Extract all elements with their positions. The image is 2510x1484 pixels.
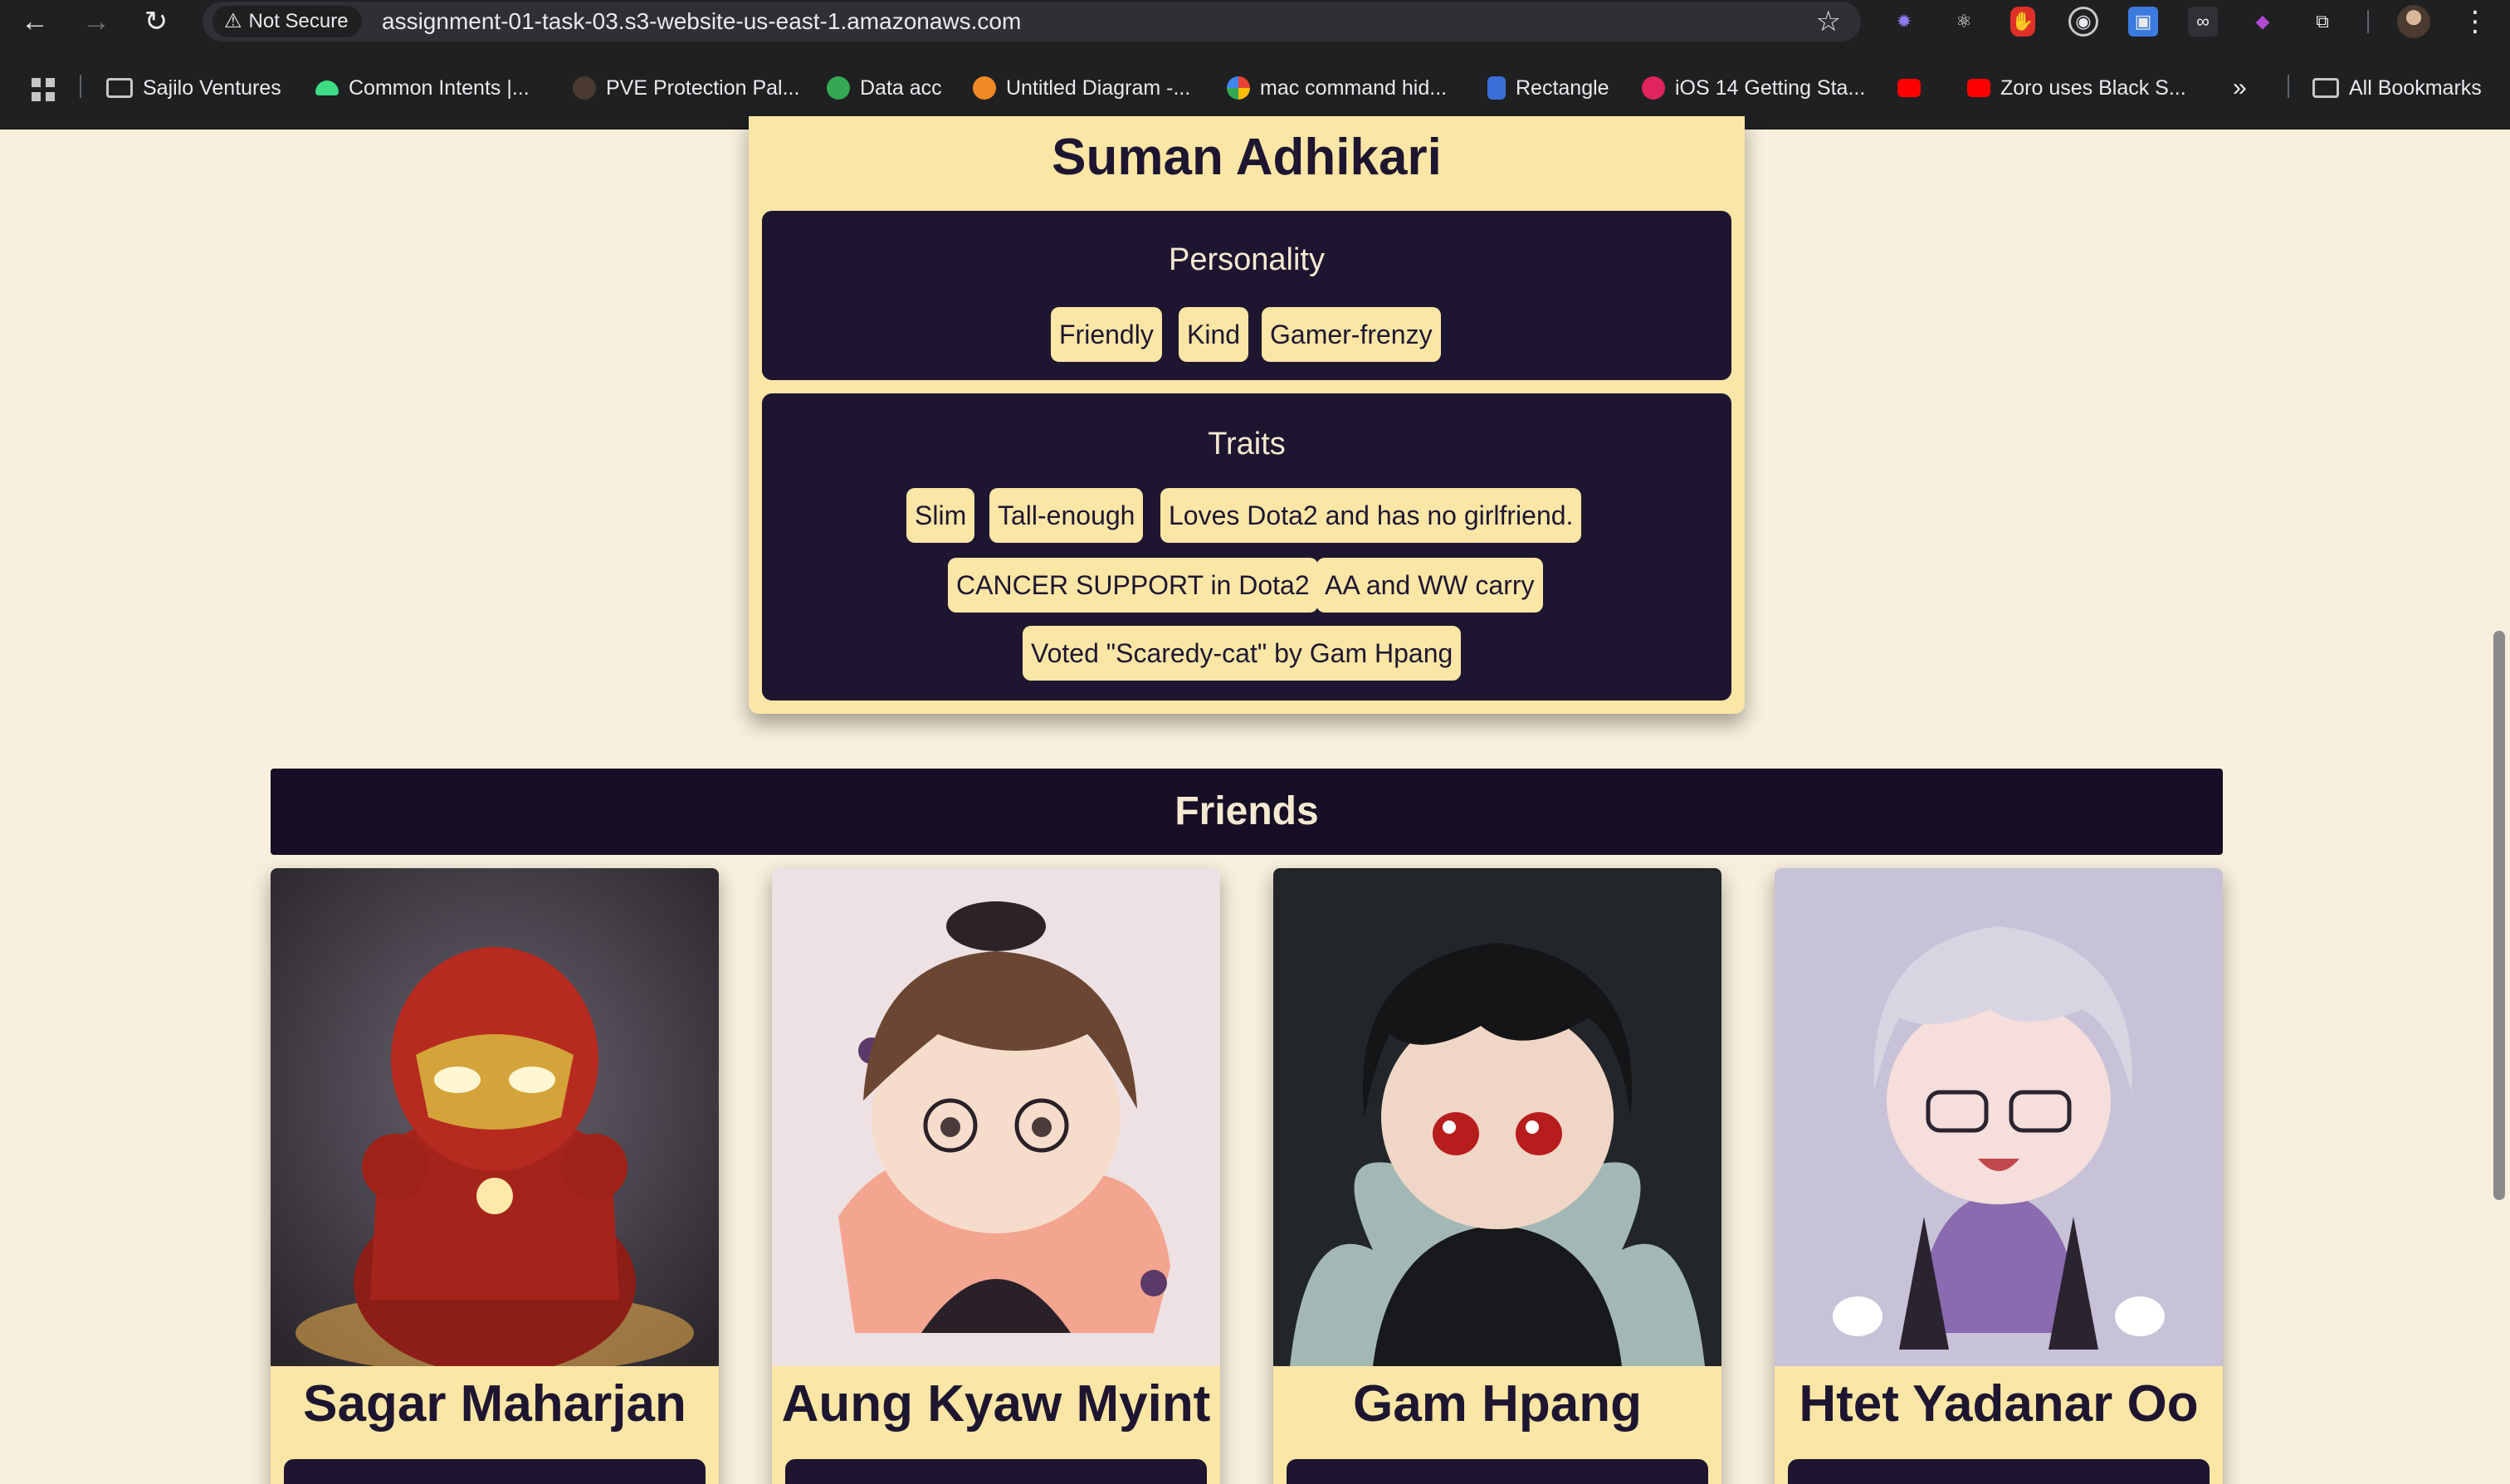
friend-info-panel xyxy=(1287,1459,1708,1484)
bookmark-star-icon[interactable]: ☆ xyxy=(1816,5,1841,38)
profile-name: Suman Adhikari xyxy=(1052,129,1442,186)
bookmark-item[interactable]: Sajilo Ventures xyxy=(106,71,281,105)
bookmarks-divider xyxy=(80,75,81,98)
stop-extension-icon[interactable]: ✋ xyxy=(2010,7,2035,37)
friend-avatar-image xyxy=(1273,868,1721,1366)
trait-tag: Slim xyxy=(906,488,975,543)
traits-title: Traits xyxy=(1208,427,1286,461)
friend-card[interactable]: Gam Hpang xyxy=(1273,868,1721,1484)
back-arrow-icon[interactable]: ← xyxy=(18,5,51,38)
browser-toolbar: ← → ↻ ⚠ Not Secure assignment-01-task-03.… xyxy=(0,0,2510,43)
friends-heading: Friends xyxy=(271,769,2223,855)
reload-icon[interactable]: ↻ xyxy=(139,5,173,38)
bookmark-item[interactable]: Zoro uses Black S... xyxy=(1967,71,2186,105)
rectangle-favicon-icon xyxy=(1487,76,1506,100)
personality-tag: Friendly xyxy=(1051,307,1162,362)
gear-extension-icon[interactable]: ✹ xyxy=(1889,7,1919,37)
folder-icon xyxy=(2312,78,2339,98)
friend-name: Sagar Maharjan xyxy=(303,1375,686,1433)
profile-avatar[interactable] xyxy=(2397,5,2430,38)
friend-avatar-image xyxy=(772,868,1220,1366)
security-label: Not Secure xyxy=(248,10,349,32)
bookmark-item[interactable] xyxy=(1897,71,1931,105)
friend-card[interactable]: Aung Kyaw Myint xyxy=(772,868,1220,1484)
menu-kebab-icon[interactable]: ⋮ xyxy=(2459,3,2492,40)
android-icon xyxy=(315,81,339,95)
more-bookmarks-chevron-icon[interactable]: » xyxy=(2233,71,2247,105)
personality-tag: Gamer-frenzy xyxy=(1262,307,1441,362)
trait-tag: Loves Dota2 and has no girlfriend. xyxy=(1160,488,1582,543)
data-favicon-icon xyxy=(827,76,850,100)
address-bar[interactable]: ⚠ Not Secure assignment-01-task-03.s3-web… xyxy=(203,2,1861,41)
personality-title: Personality xyxy=(1169,242,1325,277)
trait-tag: Tall-enough xyxy=(989,488,1144,543)
traits-panel: Traits Slim Tall-enough Loves Dota2 and … xyxy=(762,393,1731,701)
all-bookmarks-button[interactable]: All Bookmarks xyxy=(2312,71,2482,105)
screen-extension-icon[interactable]: ▣ xyxy=(2128,7,2158,37)
trait-tag: CANCER SUPPORT in Dota2 xyxy=(948,558,1318,613)
friend-name: Gam Hpang xyxy=(1353,1375,1642,1433)
friend-info-panel xyxy=(1788,1459,2210,1484)
google-favicon-icon xyxy=(1227,76,1250,100)
bookmark-item[interactable]: PVE Protection Pal... xyxy=(573,71,799,105)
bookmark-item[interactable]: Common Intents |... xyxy=(315,71,530,105)
warning-icon: ⚠ xyxy=(224,10,242,32)
profile-card: Suman Adhikari Personality Friendly Kind… xyxy=(749,116,1745,714)
react-devtools-icon[interactable]: ⚛ xyxy=(1949,7,1979,37)
bookmarks-divider xyxy=(2288,75,2289,98)
forward-arrow-icon[interactable]: → xyxy=(80,5,113,38)
security-chip[interactable]: ⚠ Not Secure xyxy=(212,6,362,37)
pve-favicon-icon xyxy=(573,76,596,100)
incognito-extension-icon[interactable]: ∞ xyxy=(2188,7,2218,37)
bookmark-item[interactable]: Untitled Diagram -... xyxy=(973,71,1190,105)
bookmark-item[interactable]: Rectangle xyxy=(1487,71,1609,105)
drawio-favicon-icon xyxy=(973,76,996,100)
personality-panel: Personality Friendly Kind Gamer-frenzy xyxy=(762,211,1731,380)
friend-card[interactable]: Sagar Maharjan xyxy=(271,868,719,1484)
friend-info-panel xyxy=(785,1459,1207,1484)
apps-grid-icon[interactable] xyxy=(32,78,55,101)
target-extension-icon[interactable]: ◉ xyxy=(2068,7,2098,37)
friend-avatar-image xyxy=(1775,868,2223,1366)
friend-name: Aung Kyaw Myint xyxy=(781,1375,1211,1433)
folder-icon xyxy=(106,78,133,98)
friend-card[interactable]: Htet Yadanar Oo xyxy=(1775,868,2223,1484)
youtube-icon xyxy=(1967,79,1990,97)
page-scrollbar[interactable] xyxy=(2493,631,2505,1200)
toolbar-divider xyxy=(2367,10,2369,33)
trait-tag: AA and WW carry xyxy=(1316,558,1543,613)
bookmark-item[interactable]: Data acc xyxy=(827,71,942,105)
friend-info-panel xyxy=(284,1459,706,1484)
youtube-icon xyxy=(1897,79,1921,97)
bookmark-item[interactable]: iOS 14 Getting Sta... xyxy=(1642,71,1865,105)
trait-tag: Voted "Scaredy-cat" by Gam Hpang xyxy=(1023,626,1462,681)
puzzle-extensions-icon[interactable]: ⧉ xyxy=(2307,7,2337,37)
purple-extension-icon[interactable]: ◆ xyxy=(2248,7,2278,37)
friend-name: Htet Yadanar Oo xyxy=(1799,1375,2199,1433)
bookmark-item[interactable]: mac command hid... xyxy=(1227,71,1447,105)
url-text[interactable]: assignment-01-task-03.s3-website-us-east… xyxy=(382,2,1021,41)
friend-avatar-image xyxy=(271,868,719,1366)
ios-favicon-icon xyxy=(1642,76,1665,100)
personality-tag: Kind xyxy=(1179,307,1249,362)
